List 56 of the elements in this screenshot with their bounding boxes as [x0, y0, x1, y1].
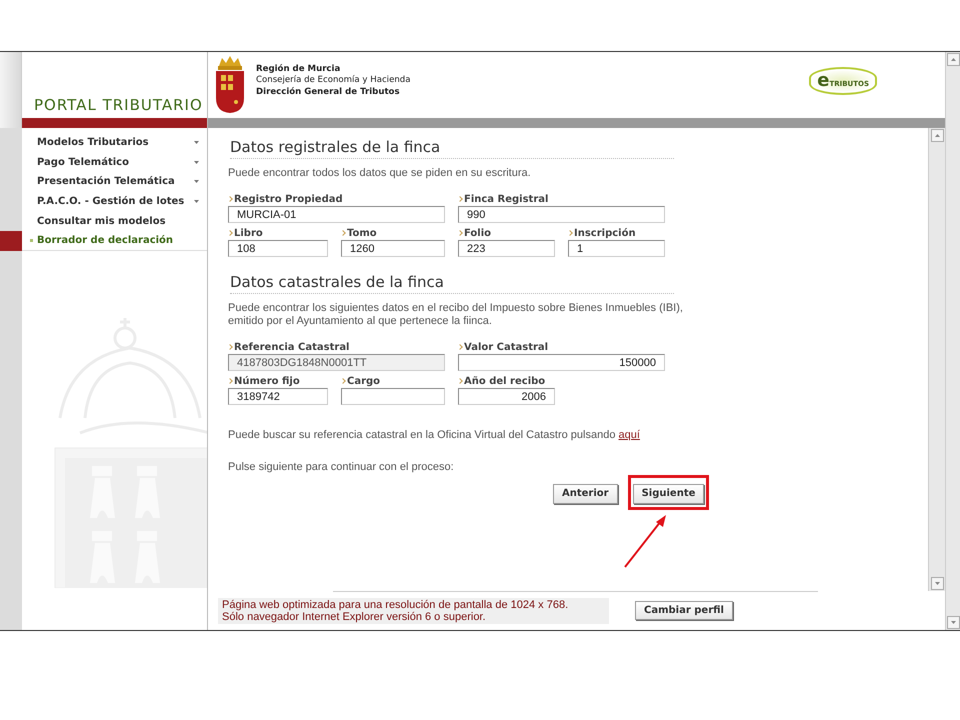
- sidebar-item[interactable]: Modelos Tributarios: [22, 133, 207, 153]
- input-field[interactable]: 150000: [458, 354, 665, 371]
- org-name: Región de Murcia: [256, 64, 342, 75]
- caret-icon: [194, 200, 199, 203]
- section-title: Datos registrales de la finca: [230, 138, 674, 159]
- field-label: Libro: [234, 228, 263, 238]
- field-label: Número fijo: [234, 376, 300, 386]
- prompt-text: Pulse siguiente para continuar con el proceso:: [228, 461, 455, 473]
- input-field[interactable]: 223: [458, 240, 555, 257]
- input-field[interactable]: 3189742: [228, 388, 328, 405]
- field-label: Referencia Catastral: [234, 342, 350, 352]
- sidebar-item[interactable]: Presentación Telemática: [22, 172, 207, 192]
- form-button[interactable]: Siguiente: [632, 484, 704, 504]
- input-field[interactable]: 108: [228, 240, 328, 257]
- lookup-text: Puede buscar su referencia catastral en la Oficina Virtual del Catastro pulsando aquí: [228, 429, 641, 441]
- browser-notice: Página web optimizada para una resolución de pantalla de 1024 x 768. Sólo navegador Internet Explorer versión 6 o superior.: [218, 598, 609, 624]
- caret-icon: [194, 180, 199, 184]
- org-name: Dirección General de Tributos: [256, 86, 401, 98]
- sidebar-item[interactable]: Borrador de declaración: [22, 231, 207, 252]
- org-name: Consejería de Economía y Hacienda: [256, 75, 411, 87]
- field-label: Tomo: [347, 228, 377, 238]
- input-field[interactable]: 1: [568, 240, 665, 257]
- shield-icon: [214, 56, 246, 114]
- change-profile-button[interactable]: Cambiar perfil: [635, 601, 733, 620]
- scrollbar[interactable]: [945, 52, 960, 630]
- field-label: Finca Registral: [464, 194, 548, 204]
- portal-title: PORTAL TRIBUTARIO: [34, 96, 203, 114]
- scroll-up-icon[interactable]: [930, 129, 944, 142]
- logo-mark: e: [817, 73, 830, 89]
- input-field[interactable]: 1260: [341, 240, 445, 257]
- here-link[interactable]: aquí: [618, 429, 640, 441]
- input-field[interactable]: 4187803DG1848N0001TT: [228, 354, 445, 371]
- input-field[interactable]: 990: [458, 206, 665, 223]
- field-label: Cargo: [347, 376, 380, 386]
- input-field[interactable]: 2006: [458, 388, 555, 405]
- field-label: Valor Catastral: [464, 342, 548, 352]
- scroll-up-icon[interactable]: [946, 53, 960, 66]
- input-field[interactable]: MURCIA-01: [228, 206, 445, 223]
- section-title: Datos catastrales de la finca: [230, 273, 674, 294]
- sidebar-item[interactable]: P.A.C.O. - Gestión de lotes: [22, 192, 207, 212]
- field-label: Inscripción: [574, 228, 636, 238]
- caret-icon: [194, 160, 199, 164]
- scroll-down-icon[interactable]: [946, 616, 960, 629]
- scroll-down-icon[interactable]: [930, 577, 944, 590]
- caret-icon: [194, 140, 199, 144]
- field-label: Registro Propiedad: [234, 194, 343, 204]
- input-field[interactable]: [341, 388, 445, 405]
- sidebar-item[interactable]: Pago Telemático: [22, 152, 207, 172]
- sidebar-item[interactable]: Consultar mis modelos: [22, 212, 207, 232]
- field-label: Folio: [464, 228, 492, 238]
- section-intro: Puede encontrar los siguientes datos en el recibo del Impuesto sobre Bienes Inmuebles (IBI), emitido por el Ayuntamiento al que pertenece la fiinca.: [228, 302, 684, 328]
- field-label: Año del recibo: [464, 376, 546, 386]
- scrollbar[interactable]: [928, 128, 945, 591]
- pointer-arrow: [622, 513, 669, 569]
- section-intro: Puede encontrar todos los datos que se piden en su escritura.: [228, 167, 532, 180]
- form-button[interactable]: Anterior: [553, 484, 618, 504]
